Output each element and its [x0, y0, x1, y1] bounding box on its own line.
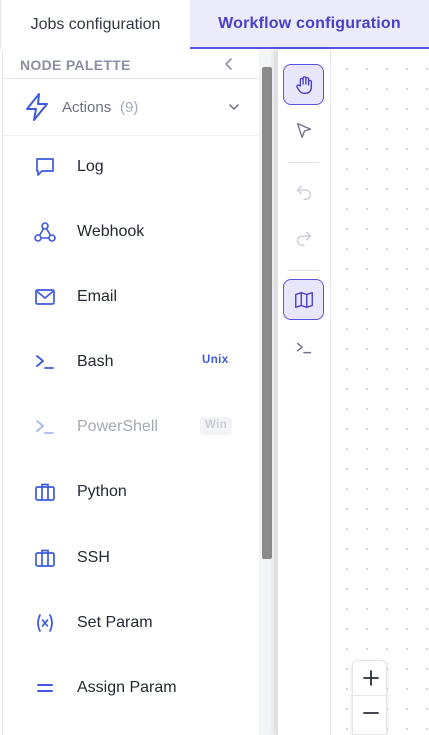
minimap-toggle-button[interactable]: [283, 279, 324, 320]
group-actions[interactable]: Actions (9): [3, 80, 261, 136]
node-email[interactable]: Email: [3, 264, 261, 329]
node-assign-param[interactable]: Assign Param: [3, 655, 261, 720]
palette-title: NODE PALETTE: [20, 57, 131, 73]
toolbar-divider: [288, 162, 319, 163]
node-label: Python: [77, 483, 127, 500]
collapse-palette-icon[interactable]: [221, 56, 237, 72]
node-ssh[interactable]: SSH: [3, 525, 261, 590]
terminal-icon: [36, 420, 54, 434]
zoom-out-button[interactable]: [353, 696, 388, 730]
node-powershell[interactable]: PowerShell Win: [3, 394, 261, 459]
briefcase-icon: [35, 483, 55, 501]
node-label: Email: [77, 288, 118, 305]
chevron-down-icon[interactable]: [227, 100, 241, 114]
pan-tool-button[interactable]: [283, 64, 324, 105]
node-set-param[interactable]: Set Param: [3, 590, 261, 655]
variable-icon: [37, 614, 53, 632]
node-label: Set Param: [77, 614, 153, 631]
terminal-icon: [296, 342, 311, 353]
node-label: Webhook: [77, 223, 145, 240]
os-badge-unix: Unix: [197, 352, 234, 370]
node-label: Assign Param: [77, 679, 177, 696]
redo-button[interactable]: [283, 217, 324, 258]
node-palette: NODE PALETTE Actions (9) Log Webhook Ema…: [2, 50, 277, 735]
config-tabs: Jobs configuration Workflow configuratio…: [0, 0, 429, 49]
node-label: Bash: [77, 353, 114, 370]
briefcase-icon: [35, 549, 55, 567]
workflow-canvas[interactable]: [331, 50, 429, 735]
zoom-in-button[interactable]: [353, 661, 388, 695]
select-tool-button[interactable]: [283, 110, 324, 151]
node-label: PowerShell: [77, 418, 158, 435]
tab-jobs-configuration[interactable]: Jobs configuration: [0, 0, 190, 49]
group-label: Actions: [62, 99, 112, 116]
node-bash[interactable]: Bash Unix: [3, 329, 261, 394]
toolbar-divider: [288, 270, 319, 271]
group-count: (9): [120, 99, 139, 116]
message-square-icon: [36, 158, 54, 176]
tab-workflow-configuration[interactable]: Workflow configuration: [190, 0, 429, 49]
terminal-icon: [36, 355, 54, 369]
os-badge-win: Win: [200, 417, 233, 435]
palette-scrollbar-thumb[interactable]: [262, 67, 272, 559]
equals-icon: [37, 684, 53, 692]
webhook-icon: [34, 222, 56, 242]
zoom-controls: [352, 660, 388, 735]
undo-icon: [296, 185, 311, 200]
minus-icon: [362, 712, 379, 714]
palette-header: NODE PALETTE: [3, 50, 261, 79]
node-webhook[interactable]: Webhook: [3, 199, 261, 264]
plus-icon: [362, 670, 379, 686]
hand-icon: [295, 75, 312, 94]
node-label: SSH: [77, 549, 110, 566]
envelope-icon: [35, 289, 55, 305]
lightning-icon: [26, 93, 48, 121]
undo-button[interactable]: [283, 171, 324, 212]
redo-icon: [296, 231, 311, 246]
node-label: Log: [77, 158, 104, 175]
canvas-toolbar: [277, 50, 331, 735]
console-button[interactable]: [283, 327, 324, 368]
node-python[interactable]: Python: [3, 459, 261, 524]
node-log[interactable]: Log: [3, 134, 261, 199]
pointer-icon: [296, 122, 311, 138]
map-icon: [294, 291, 313, 308]
